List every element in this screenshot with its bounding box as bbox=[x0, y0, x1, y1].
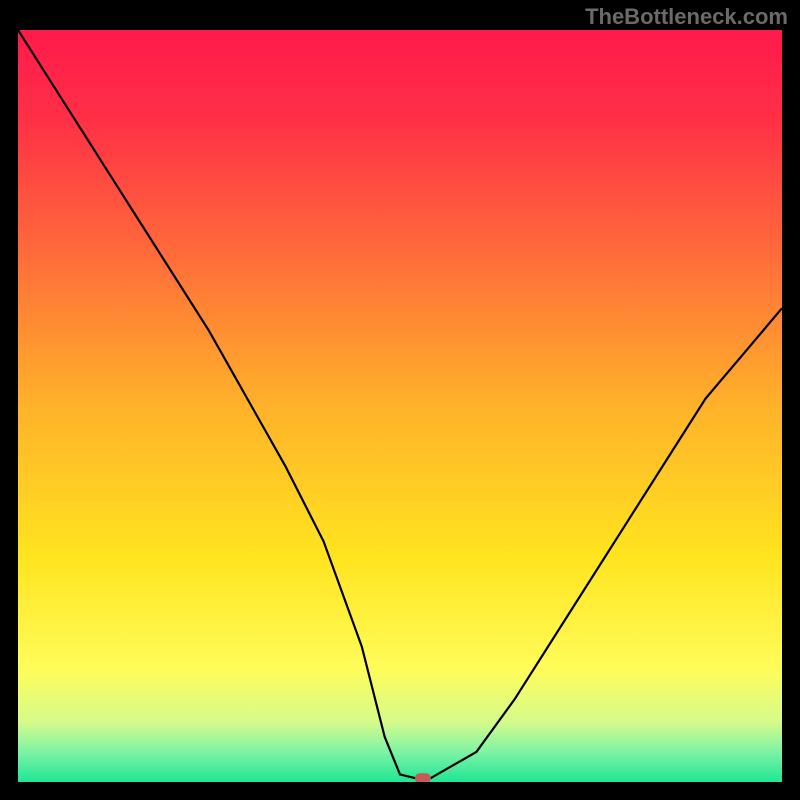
current-point-marker bbox=[415, 773, 431, 782]
watermark-label: TheBottleneck.com bbox=[585, 4, 788, 30]
chart-frame bbox=[18, 30, 782, 782]
bottleneck-chart bbox=[18, 30, 782, 782]
chart-background bbox=[18, 30, 782, 782]
